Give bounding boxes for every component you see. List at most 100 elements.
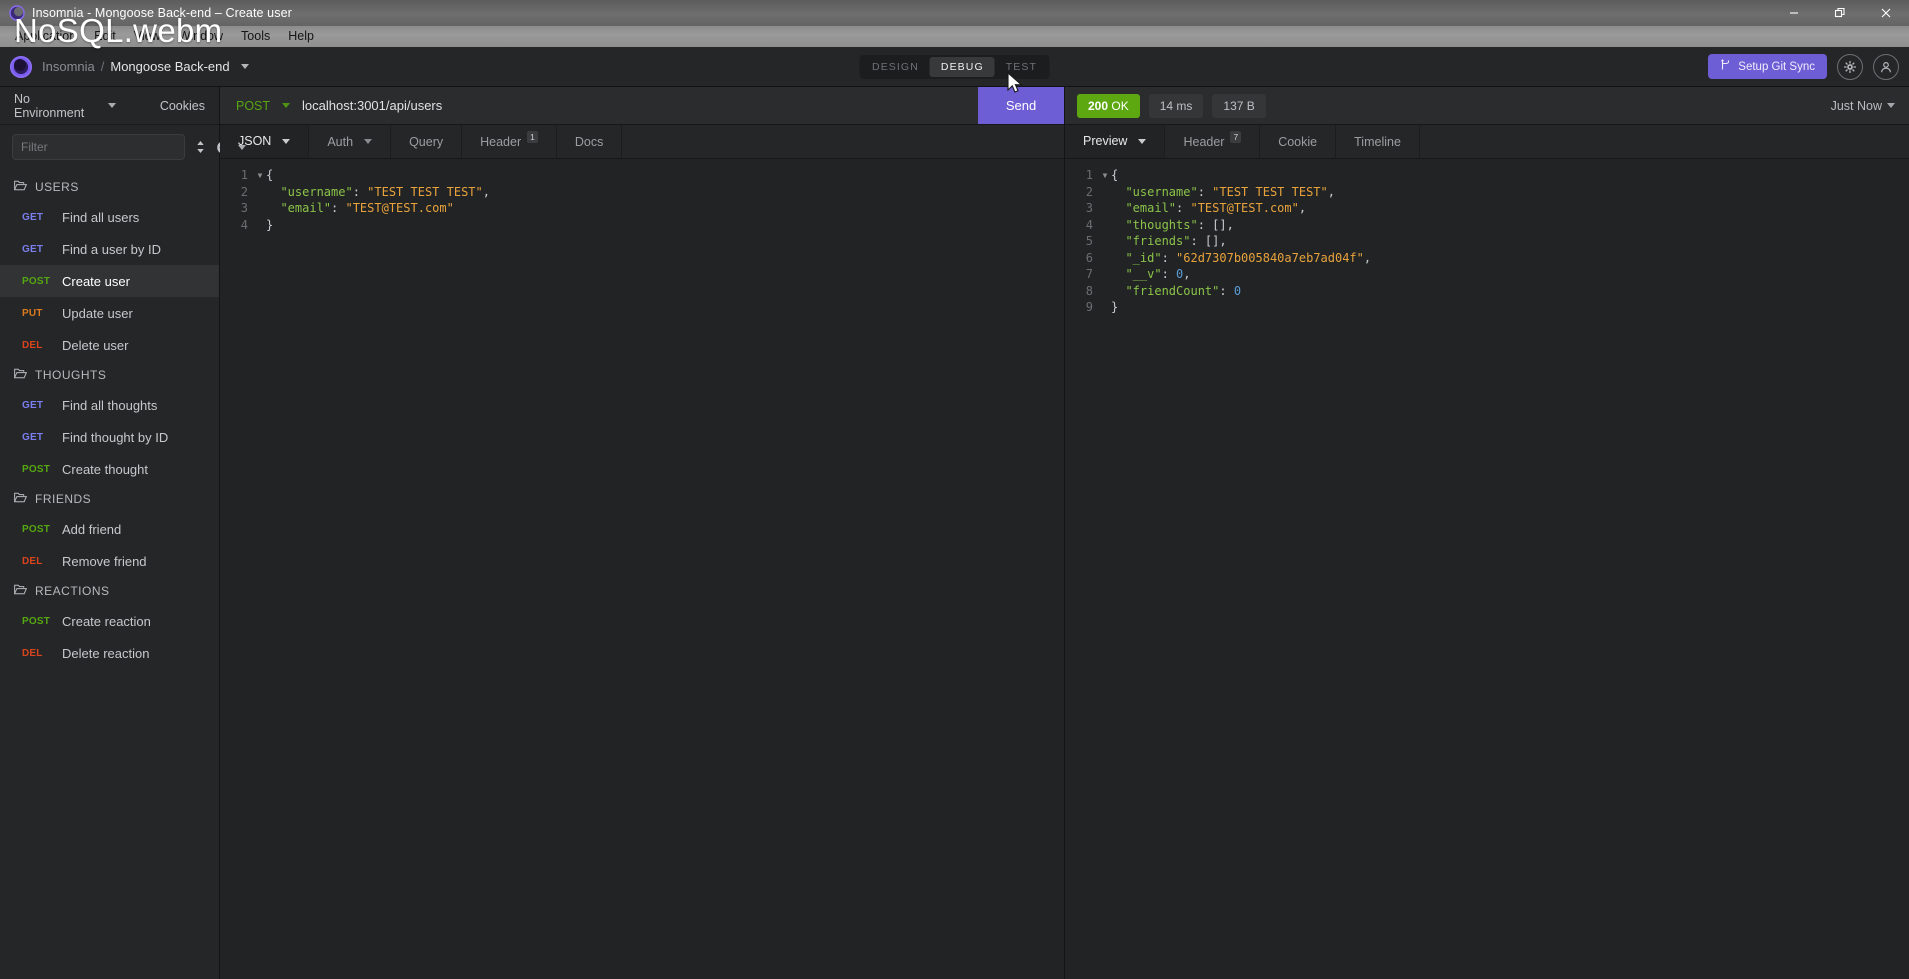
status-badge[interactable]: 200 OK bbox=[1077, 93, 1140, 118]
code-line: 2 "username": "TEST TEST TEST", bbox=[220, 184, 1064, 201]
url-input[interactable] bbox=[302, 87, 978, 124]
request-item[interactable]: GET Find a user by ID bbox=[0, 233, 219, 265]
line-number: 4 bbox=[1085, 217, 1093, 232]
code-text: "email": "TEST@TEST.com" bbox=[266, 200, 453, 217]
folder-label: REACTIONS bbox=[35, 584, 110, 598]
menu-item-tools[interactable]: Tools bbox=[232, 26, 279, 47]
request-method-badge: GET bbox=[22, 243, 44, 255]
response-pane: 200 OK 14 ms 137 B Just Now Preview Heade… bbox=[1065, 87, 1909, 979]
request-item[interactable]: POST Create user bbox=[0, 265, 219, 297]
folder-label: USERS bbox=[35, 180, 79, 194]
request-item[interactable]: DEL Delete user bbox=[0, 329, 219, 361]
minimize-icon[interactable] bbox=[1771, 0, 1817, 26]
tab-label: Preview bbox=[1083, 134, 1128, 148]
tab-preview[interactable]: Preview bbox=[1065, 125, 1166, 158]
sidebar: No Environment Cookies Filter USERS GET … bbox=[0, 87, 246, 979]
token-pun: } bbox=[1111, 300, 1119, 314]
response-tabs[interactable]: Preview Header 7 Cookie Timeline bbox=[1065, 125, 1909, 159]
response-history-dropdown[interactable]: Just Now bbox=[1831, 99, 1895, 113]
tab-timeline[interactable]: Timeline bbox=[1336, 125, 1420, 158]
tab-query[interactable]: Query bbox=[391, 125, 463, 158]
request-body-editor[interactable]: 1 ▾{2 "username": "TEST TEST TEST", 3 "ema… bbox=[220, 159, 1064, 979]
request-item-label: Add friend bbox=[62, 521, 122, 537]
token-str: "TEST@TEST.com" bbox=[1190, 201, 1299, 215]
menu-item-edit[interactable]: Edit bbox=[85, 26, 125, 47]
request-item[interactable]: GET Find thought by ID bbox=[0, 421, 219, 453]
token-pun: { bbox=[1111, 168, 1119, 182]
token-key: "friendCount" bbox=[1111, 283, 1220, 298]
restore-icon[interactable] bbox=[1817, 0, 1863, 26]
request-item[interactable]: POST Add friend bbox=[0, 513, 219, 545]
account-icon[interactable] bbox=[1873, 53, 1899, 80]
close-icon[interactable] bbox=[1863, 0, 1909, 26]
app-header: Insomnia / Mongoose Back-end DESIGN DEBU… bbox=[0, 47, 1909, 87]
tab-design[interactable]: DESIGN bbox=[861, 57, 930, 77]
code-line: 3 "email": "TEST@TEST.com" bbox=[220, 200, 1064, 217]
send-button[interactable]: Send bbox=[978, 87, 1064, 124]
environment-selector[interactable]: No Environment bbox=[14, 92, 116, 120]
code-line: 1 ▾{ bbox=[1065, 167, 1909, 184]
code-text: { bbox=[266, 167, 273, 184]
token-pun: : bbox=[1176, 201, 1191, 215]
code-line: 2 "username": "TEST TEST TEST", bbox=[1065, 184, 1909, 201]
folder-reactions[interactable]: REACTIONS bbox=[0, 577, 219, 605]
token-pun: { bbox=[266, 168, 274, 182]
request-item[interactable]: PUT Update user bbox=[0, 297, 219, 329]
code-text: } bbox=[1111, 299, 1118, 316]
request-method-badge: DEL bbox=[22, 647, 43, 659]
tab-json[interactable]: JSON bbox=[220, 125, 310, 158]
tab-header[interactable]: Header 7 bbox=[1165, 125, 1261, 158]
request-item-label: Find all thoughts bbox=[62, 397, 158, 413]
method-selector[interactable]: POST bbox=[220, 87, 302, 124]
token-key: "_id" bbox=[1111, 250, 1162, 265]
request-item-label: Remove friend bbox=[62, 553, 147, 569]
fold-toggle-icon bbox=[1099, 283, 1111, 300]
request-tabs[interactable]: JSON Auth Query Header 1 Docs bbox=[220, 125, 1064, 159]
gear-icon[interactable] bbox=[1837, 53, 1863, 80]
token-key: "thoughts" bbox=[1111, 217, 1198, 232]
tab-auth[interactable]: Auth bbox=[309, 125, 392, 158]
request-list[interactable]: USERS GET Find all users GET Find a user by … bbox=[0, 167, 219, 979]
token-pun: : bbox=[1161, 250, 1177, 265]
sort-icon[interactable] bbox=[195, 139, 206, 155]
tab-label: Header bbox=[480, 134, 522, 149]
tab-cookie[interactable]: Cookie bbox=[1260, 125, 1337, 158]
response-body-viewer[interactable]: 1 ▾{2 "username": "TEST TEST TEST", 3 "ema… bbox=[1065, 159, 1909, 979]
menu-item-help[interactable]: Help bbox=[279, 26, 323, 47]
fold-toggle-icon[interactable]: ▾ bbox=[1099, 167, 1111, 184]
folder-thoughts[interactable]: THOUGHTS bbox=[0, 361, 219, 389]
chevron-down-icon bbox=[1887, 103, 1895, 108]
token-pun: : bbox=[1197, 184, 1213, 199]
menu-item-view[interactable]: View bbox=[125, 26, 170, 47]
fold-toggle-icon bbox=[254, 217, 266, 234]
breadcrumb-workspace[interactable]: Mongoose Back-end bbox=[110, 59, 229, 74]
tab-header[interactable]: Header 1 bbox=[462, 125, 557, 158]
menu-item-application[interactable]: Application bbox=[6, 26, 85, 47]
request-item-label: Create reaction bbox=[62, 613, 151, 629]
request-item[interactable]: POST Create thought bbox=[0, 453, 219, 485]
code-text: "friendCount": 0 bbox=[1111, 283, 1241, 300]
menu-bar: Application Edit View Window Tools Help bbox=[0, 26, 1909, 47]
request-method-badge: POST bbox=[22, 463, 51, 475]
folder-users[interactable]: USERS bbox=[0, 173, 219, 201]
tab-docs[interactable]: Docs bbox=[557, 125, 623, 158]
tab-label: Docs bbox=[574, 134, 604, 149]
request-item[interactable]: DEL Delete reaction bbox=[0, 637, 219, 669]
response-size[interactable]: 137 B bbox=[1212, 93, 1266, 118]
chevron-down-icon[interactable] bbox=[240, 64, 249, 69]
tab-debug[interactable]: DEBUG bbox=[929, 56, 995, 77]
search-input[interactable] bbox=[12, 134, 185, 160]
fold-toggle-icon[interactable]: ▾ bbox=[254, 167, 266, 184]
menu-item-window[interactable]: Window bbox=[170, 26, 232, 47]
request-item[interactable]: GET Find all thoughts bbox=[0, 389, 219, 421]
cookies-button[interactable]: Cookies bbox=[160, 99, 205, 113]
token-pun: : [], bbox=[1190, 234, 1227, 248]
folder-friends[interactable]: FRIENDS bbox=[0, 485, 219, 513]
request-item[interactable]: POST Create reaction bbox=[0, 605, 219, 637]
request-item-label: Find thought by ID bbox=[62, 429, 169, 445]
setup-git-sync-button[interactable]: Setup Git Sync bbox=[1708, 54, 1827, 79]
request-item[interactable]: GET Find all users bbox=[0, 201, 219, 233]
tab-test[interactable]: TEST bbox=[995, 57, 1048, 77]
response-time[interactable]: 14 ms bbox=[1148, 93, 1204, 118]
request-item[interactable]: DEL Remove friend bbox=[0, 545, 219, 577]
